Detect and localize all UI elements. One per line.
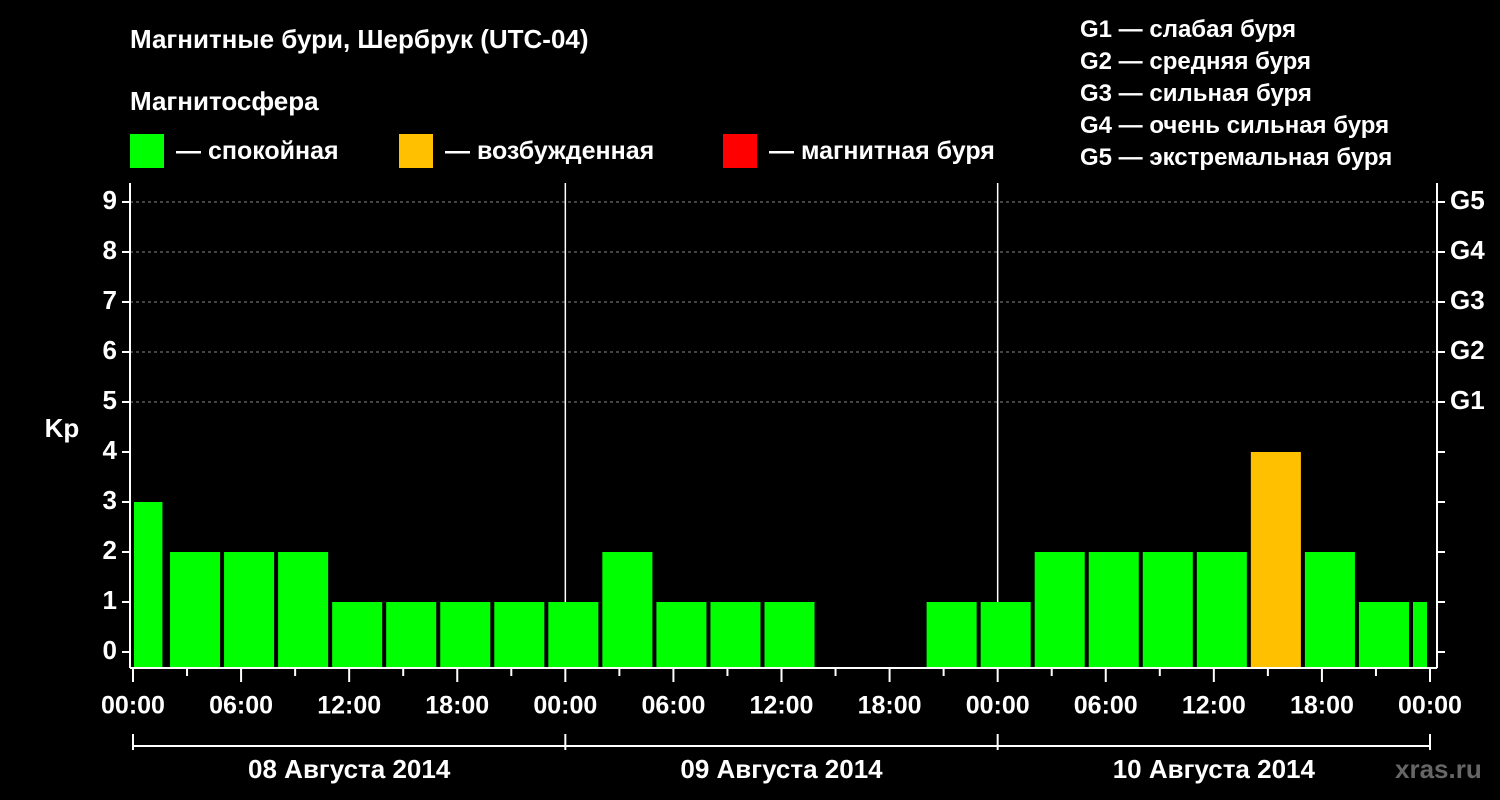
bar-4 xyxy=(332,602,383,668)
g-tick-label: G3 xyxy=(1450,285,1485,315)
kp-chart: 0 1 2 3 4 5 6 7 8 9 G1 G2 G3 G4 G5 00:00 06:00 12:00 18:00… xyxy=(45,183,1485,784)
bar-12 xyxy=(764,602,815,668)
x-tick-label: 12:00 xyxy=(317,692,381,720)
x-tick-label: 18:00 xyxy=(1290,692,1354,720)
y-tick-label: 9 xyxy=(103,185,117,215)
bar-18 xyxy=(1088,552,1139,668)
g-tick-label: G4 xyxy=(1450,235,1485,265)
x-tick-label: 06:00 xyxy=(641,692,705,720)
bar-16 xyxy=(980,602,1031,668)
bar-10 xyxy=(656,602,707,668)
bar-5 xyxy=(386,602,437,668)
y-tick-label: 3 xyxy=(103,485,117,515)
y-tick-label: 4 xyxy=(103,435,118,465)
bar-24 xyxy=(1412,602,1427,668)
x-tick-label: 00:00 xyxy=(966,692,1030,720)
y-tick-label: 7 xyxy=(103,285,117,315)
watermark: xras.ru xyxy=(1395,754,1482,784)
x-tick-label: 12:00 xyxy=(1182,692,1246,720)
bar-20 xyxy=(1196,552,1247,668)
bar-8 xyxy=(548,602,599,668)
x-tick-label: 12:00 xyxy=(750,692,814,720)
day-label: 10 Августа 2014 xyxy=(1113,754,1316,784)
bar-0 xyxy=(134,502,163,668)
bar-1 xyxy=(170,552,221,668)
g-tick-label: G2 xyxy=(1450,335,1485,365)
g-tick-label: G1 xyxy=(1450,385,1485,415)
bar-3 xyxy=(278,552,329,668)
y-tick-label: 8 xyxy=(103,235,117,265)
bar-17 xyxy=(1034,552,1085,668)
x-tick-label: 00:00 xyxy=(1398,692,1462,720)
day-label: 09 Августа 2014 xyxy=(680,754,883,784)
bar-6 xyxy=(440,602,491,668)
x-tick-label: 00:00 xyxy=(533,692,597,720)
bar-2 xyxy=(224,552,275,668)
g-tick-label: G5 xyxy=(1450,185,1485,215)
bar-21 xyxy=(1250,452,1301,668)
y-tick-label: 6 xyxy=(103,335,117,365)
x-tick-label: 06:00 xyxy=(1074,692,1138,720)
bar-11 xyxy=(710,602,761,668)
day-label: 08 Августа 2014 xyxy=(248,754,451,784)
bar-23 xyxy=(1358,602,1409,668)
bar-19 xyxy=(1142,552,1193,668)
y-tick-label: 1 xyxy=(103,585,117,615)
y-tick-label: 2 xyxy=(103,535,117,565)
x-tick-label: 06:00 xyxy=(209,692,273,720)
bars xyxy=(134,452,1427,668)
bar-15 xyxy=(926,602,977,668)
y-tick-label: 0 xyxy=(103,635,117,665)
bar-9 xyxy=(602,552,653,668)
bar-7 xyxy=(494,602,545,668)
x-tick-label: 00:00 xyxy=(101,692,165,720)
y-tick-label: 5 xyxy=(103,385,117,415)
y-axis-label: Kp xyxy=(45,413,80,443)
bar-22 xyxy=(1304,552,1355,668)
x-tick-label: 18:00 xyxy=(425,692,489,720)
x-tick-label: 18:00 xyxy=(858,692,922,720)
